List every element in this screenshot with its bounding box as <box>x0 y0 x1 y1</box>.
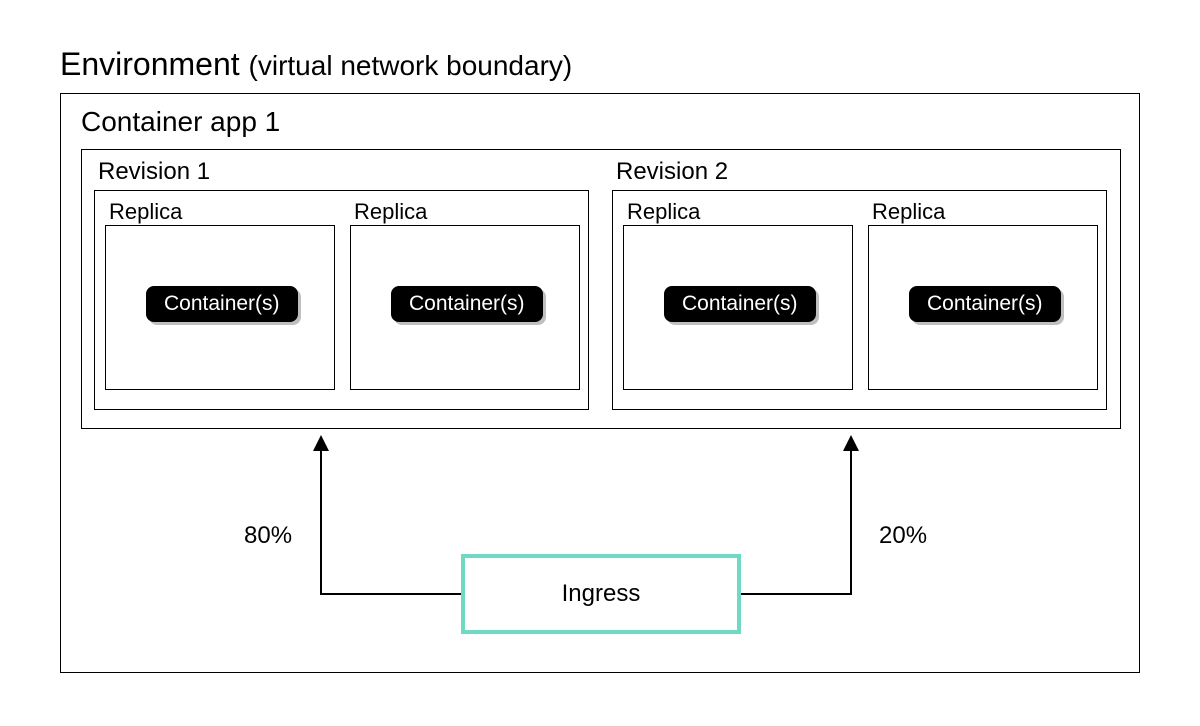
replica-box: Container(s) <box>868 225 1098 390</box>
container-pill: Container(s) <box>909 286 1061 322</box>
revision-2-title: Revision 2 <box>616 158 1112 186</box>
replica-title: Replica <box>627 199 853 225</box>
container-pill: Container(s) <box>146 286 298 322</box>
environment-box: Container app 1 Revision 1 Replica Conta… <box>60 93 1140 673</box>
revision-1: Revision 1 Replica Container(s) Replica … <box>94 158 594 410</box>
revision-1-title: Revision 1 <box>98 158 594 186</box>
revision-2: Revision 2 Replica Container(s) Replica … <box>612 158 1112 410</box>
arrow-to-revision-2 <box>741 439 851 594</box>
traffic-percent-revision-1: 80% <box>244 522 292 550</box>
environment-title-main: Environment <box>60 46 240 82</box>
revision-2-replica-2: Replica Container(s) <box>868 199 1098 390</box>
revision-1-replica-1: Replica Container(s) <box>105 199 335 390</box>
revision-2-box: Replica Container(s) Replica Container(s… <box>612 190 1107 410</box>
revision-1-replica-2: Replica Container(s) <box>350 199 580 390</box>
app-title: Container app 1 <box>81 106 280 138</box>
traffic-percent-revision-2: 20% <box>879 522 927 550</box>
revision-2-replica-1: Replica Container(s) <box>623 199 853 390</box>
environment-title: Environment (virtual network boundary) <box>60 46 1140 83</box>
diagram-canvas: Environment (virtual network boundary) C… <box>60 46 1140 673</box>
ingress-box: Ingress <box>461 554 741 634</box>
app-box: Revision 1 Replica Container(s) Replica … <box>81 149 1121 429</box>
container-pill: Container(s) <box>664 286 816 322</box>
replica-box: Container(s) <box>623 225 853 390</box>
ingress-label: Ingress <box>562 580 641 608</box>
replica-title: Replica <box>109 199 335 225</box>
replica-title: Replica <box>872 199 1098 225</box>
revision-1-box: Replica Container(s) Replica Container(s… <box>94 190 589 410</box>
replica-box: Container(s) <box>350 225 580 390</box>
environment-title-sub: (virtual network boundary) <box>249 50 573 81</box>
container-pill: Container(s) <box>391 286 543 322</box>
arrow-to-revision-1 <box>321 439 461 594</box>
replica-box: Container(s) <box>105 225 335 390</box>
replica-title: Replica <box>354 199 580 225</box>
